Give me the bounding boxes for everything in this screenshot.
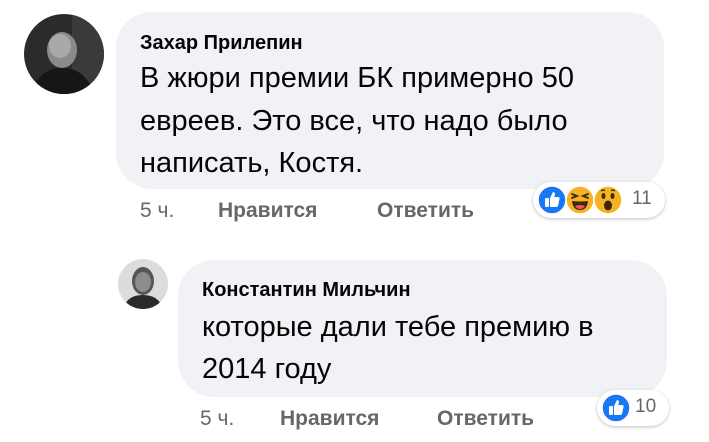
- comment-text-line: которые дали тебе премию в: [202, 311, 594, 343]
- like-button[interactable]: Нравится: [280, 407, 379, 431]
- reply-button[interactable]: Ответить: [437, 407, 534, 431]
- like-button[interactable]: Нравится: [218, 199, 317, 223]
- reactions-summary[interactable]: 10: [597, 390, 669, 426]
- comment-text-line: 2014 году: [202, 353, 332, 385]
- reaction-count: 10: [635, 396, 657, 417]
- avatar[interactable]: [118, 259, 168, 309]
- avatar[interactable]: [24, 14, 104, 94]
- avatar-photo: [118, 259, 168, 309]
- reaction-count: 11: [632, 188, 652, 209]
- avatar-photo: [24, 14, 104, 94]
- like-icon: [537, 185, 567, 215]
- reply-button[interactable]: Ответить: [377, 199, 474, 223]
- like-icon: [601, 393, 631, 423]
- comment-time[interactable]: 5 ч.: [200, 407, 234, 431]
- comment-text-line: В жюри премии БК примерно 50: [140, 62, 574, 94]
- comment-text-line: евреев. Это все, что надо было: [140, 105, 568, 137]
- comment-text-line: написать, Костя.: [140, 147, 364, 179]
- comment-author[interactable]: Константин Мильчин: [202, 279, 411, 302]
- reactions-summary[interactable]: 11: [533, 182, 665, 218]
- laughing-icon: [565, 185, 595, 215]
- comment-author[interactable]: Захар Прилепин: [140, 32, 303, 55]
- wow-icon: [593, 185, 623, 215]
- comment-time[interactable]: 5 ч.: [140, 199, 174, 223]
